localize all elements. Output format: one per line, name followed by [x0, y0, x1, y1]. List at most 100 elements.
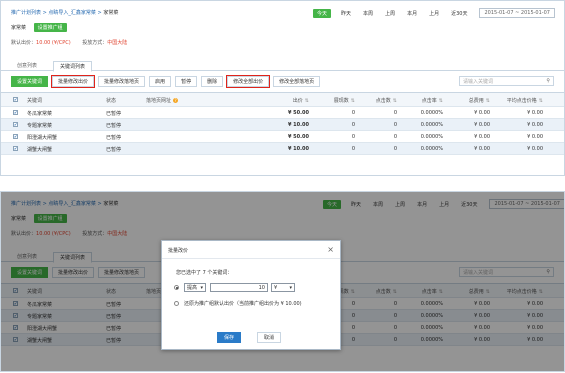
tab-keywords[interactable]: 关键词列表 — [53, 61, 93, 72]
range-this-week[interactable]: 本周 — [363, 10, 373, 17]
column-header-label: 出价 — [292, 98, 303, 104]
table-row[interactable]: ✔ 冬瓜家常菜 已暂停 ¥ 50.00 0 0 0.0000% ¥ 0.00 ¥ 0.00 — [1, 107, 564, 119]
cell-cpc: ¥ 0.00 — [527, 146, 543, 152]
unit-select[interactable]: ¥ ▾ — [271, 283, 295, 292]
range-last-month[interactable]: 上月 — [429, 10, 439, 17]
sort-icon[interactable]: ⇅ — [439, 98, 443, 104]
adjust-mode-select[interactable]: 提高 ▾ — [184, 283, 206, 292]
column-header-label: 状态 — [106, 98, 117, 104]
cell-status: 已暂停 — [106, 111, 122, 117]
cell-kw: 专题家常菜 — [27, 123, 53, 129]
restore-option: 还原为推广组默认出价（当前推广组出价为 ¥ 10.00) — [174, 300, 302, 307]
column-header[interactable]: 总费用 ⇅ — [469, 97, 490, 104]
toolbar-button[interactable]: 批量修改落地页 — [98, 75, 146, 87]
range-today[interactable]: 今天 — [313, 8, 332, 18]
cell-cpc: ¥ 0.00 — [527, 110, 543, 116]
cell-bid[interactable]: ¥ 10.00 — [288, 146, 309, 152]
sort-icon[interactable]: ⇅ — [393, 98, 397, 104]
column-header[interactable]: 展现数 ⇅ — [334, 97, 355, 104]
toolbar-button[interactable]: 暂停 — [175, 75, 198, 87]
column-header[interactable]: 点击数 ⇅ — [376, 97, 397, 104]
toolbar-button[interactable]: 删除 — [201, 75, 224, 87]
row-checkbox[interactable]: ✔ — [13, 110, 18, 115]
keyword-list-panel-with-dialog: 推广计划列表 > 点睛导入_汇鑫家常菜 > 家常菜 家常菜 设置推广组 今天 昨… — [0, 191, 565, 372]
column-header[interactable]: 点击率 ⇅ — [422, 97, 443, 104]
column-header[interactable]: 状态 — [106, 97, 116, 104]
breadcrumb-root[interactable]: 推广计划列表 — [11, 10, 41, 16]
column-header[interactable]: 平均点击价格 ⇅ — [507, 97, 543, 104]
dialog-title: 批量改价 — [168, 248, 189, 254]
restore-radio[interactable] — [174, 301, 179, 306]
column-header[interactable]: 出价⇅ — [293, 97, 309, 104]
sort-icon[interactable]: ⇅ — [486, 98, 490, 104]
column-header-label: 总费用 — [468, 98, 484, 104]
dialog-divider — [162, 258, 340, 259]
row-checkbox[interactable]: ✔ — [13, 134, 18, 139]
toolbar-button[interactable]: 设置关键词 — [11, 75, 49, 87]
toolbar-button[interactable]: 批量修改出价 — [51, 74, 96, 88]
table-row[interactable]: ✔ 专题家常菜 已暂停 ¥ 10.00 0 0 0.0000% ¥ 0.00 ¥ 0.00 — [1, 119, 564, 131]
sort-icon[interactable]: ⇅ — [305, 98, 309, 104]
search-input[interactable]: 请输入关键词 ⚲ — [459, 76, 554, 86]
cell-ctr: 0.0000% — [420, 122, 443, 128]
column-header[interactable]: 落地页网址? — [146, 97, 179, 104]
cancel-button[interactable]: 取消 — [257, 332, 281, 343]
cell-bid[interactable]: ¥ 10.00 — [288, 122, 309, 128]
adjust-value-input[interactable]: 10 — [210, 283, 268, 292]
column-header-label: 展现数 — [333, 98, 349, 104]
column-header-label: 点击率 — [421, 98, 437, 104]
select-all-checkbox[interactable]: ✔ — [13, 97, 18, 102]
cell-bid[interactable]: ¥ 50.00 — [288, 110, 309, 116]
cell-cpc: ¥ 0.00 — [527, 134, 543, 140]
date-range-input[interactable]: 2015-01-07 ~ 2015-01-07 — [479, 8, 555, 18]
cell-cost: ¥ 0.00 — [474, 110, 490, 116]
cell-status: 已暂停 — [106, 123, 122, 129]
breadcrumb: 推广计划列表 > 点睛导入_汇鑫家常菜 > 家常菜 — [11, 10, 119, 16]
cell-bid[interactable]: ¥ 50.00 — [288, 134, 309, 140]
save-button[interactable]: 保存 — [217, 332, 241, 343]
table-row[interactable]: ✔ 阳澄湖大闸蟹 已暂停 ¥ 50.00 0 0 0.0000% ¥ 0.00 ¥ 0.00 — [1, 131, 564, 143]
sort-icon[interactable]: ⇅ — [539, 98, 543, 104]
row-checkbox[interactable]: ✔ — [13, 122, 18, 127]
cell-kw: 阳澄湖大闸蟹 — [27, 135, 58, 141]
cell-imp: 0 — [351, 122, 355, 128]
breadcrumb-mid[interactable]: 点睛导入_汇鑫家常菜 — [48, 10, 96, 16]
help-icon[interactable]: ? — [173, 98, 179, 103]
cell-cpc: ¥ 0.00 — [527, 122, 543, 128]
column-header[interactable]: 关键词 — [27, 97, 42, 104]
range-this-month[interactable]: 本月 — [407, 10, 417, 17]
range-yesterday[interactable]: 昨天 — [341, 10, 351, 17]
dialog-message: 您已选中了 7 个关键词： — [176, 270, 233, 276]
toolbar: 设置关键词 批量修改出价 批量修改落地页 启用 暂停 删除 修改全部出价 修改全部落地页 — [11, 74, 324, 88]
cell-clk: 0 — [393, 122, 397, 128]
row-checkbox[interactable]: ✔ — [13, 146, 18, 151]
cell-imp: 0 — [351, 134, 355, 140]
cell-ctr: 0.0000% — [420, 134, 443, 140]
date-range-bar: 今天 昨天 本周 上周 本月 上月 近30天 2015-01-07 ~ 2015… — [313, 8, 555, 18]
tab-creatives[interactable]: 创意列表 — [11, 61, 43, 70]
cell-clk: 0 — [393, 110, 397, 116]
group-title: 家常菜 设置推广组 — [11, 23, 67, 32]
cell-cost: ¥ 0.00 — [474, 146, 490, 152]
group-info: 默认出价：10.00 (¥/CPC) 投放方式：中国大陆 — [11, 40, 128, 46]
chevron-down-icon: ▾ — [289, 284, 292, 291]
table-row[interactable]: ✔ 湖蟹大闸蟹 已暂停 ¥ 10.00 0 0 0.0000% ¥ 0.00 ¥ 0.00 — [1, 143, 564, 155]
adjust-radio[interactable] — [174, 285, 179, 290]
close-icon[interactable]: × — [327, 245, 334, 254]
range-last-week[interactable]: 上周 — [385, 10, 395, 17]
toolbar-button[interactable]: 修改全部落地页 — [273, 75, 321, 87]
cell-ctr: 0.0000% — [420, 110, 443, 116]
cell-imp: 0 — [351, 146, 355, 152]
table-header-row: ✔关键词状态落地页网址?出价⇅展现数⇅点击数⇅点击率⇅总费用⇅平均点击价格⇅ — [1, 93, 564, 107]
toolbar-button[interactable]: 启用 — [149, 75, 172, 87]
toolbar-button[interactable]: 修改全部出价 — [226, 74, 271, 88]
cell-cost: ¥ 0.00 — [474, 134, 490, 140]
breadcrumb-current: 家常菜 — [103, 10, 119, 16]
sort-icon[interactable]: ⇅ — [351, 98, 355, 104]
range-30-days[interactable]: 近30天 — [451, 10, 467, 17]
set-group-button[interactable]: 设置推广组 — [33, 23, 67, 32]
cell-status: 已暂停 — [106, 147, 122, 153]
search-icon[interactable]: ⚲ — [546, 78, 550, 84]
cell-kw: 冬瓜家常菜 — [27, 111, 53, 117]
column-header-label: 平均点击价格 — [506, 98, 537, 104]
